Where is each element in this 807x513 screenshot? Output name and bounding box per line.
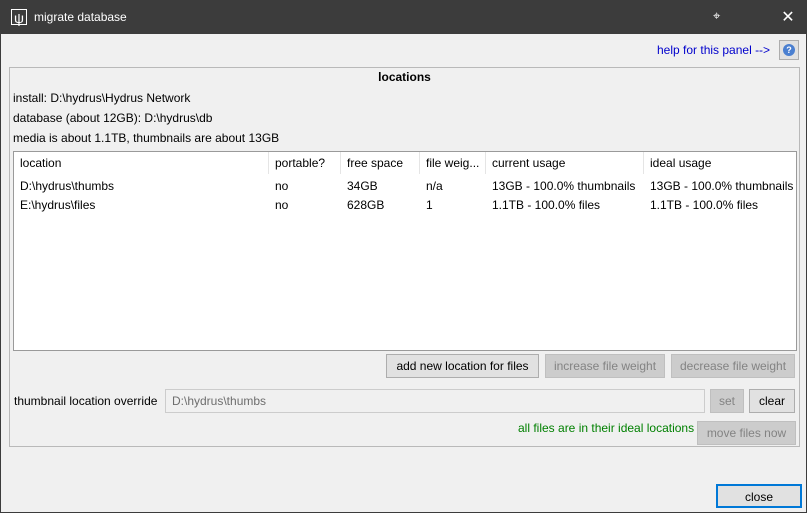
close-button[interactable]: close [716, 484, 802, 508]
cell-ideal-usage: 1.1TB - 100.0% files [650, 198, 759, 212]
column-header-portable[interactable]: portable? [269, 152, 341, 174]
thumbnail-override-label: thumbnail location override [14, 394, 158, 408]
cell-portable: no [275, 179, 289, 193]
help-button[interactable]: ? [779, 40, 799, 60]
cell-free-space: 34GB [347, 179, 378, 193]
clear-override-button[interactable]: clear [749, 389, 795, 413]
locations-table[interactable]: location portable? free space file weig.… [13, 151, 797, 351]
decrease-weight-button[interactable]: decrease file weight [671, 354, 795, 378]
move-files-button[interactable]: move files now [697, 421, 796, 445]
set-override-button[interactable]: set [710, 389, 744, 413]
column-header-free-space[interactable]: free space [341, 152, 420, 174]
add-location-button[interactable]: add new location for files [386, 354, 539, 378]
window-title: migrate database [34, 10, 127, 24]
increase-weight-button[interactable]: increase file weight [545, 354, 665, 378]
window-close-button[interactable]: ✕ [771, 4, 805, 32]
cell-location: E:\hydrus\files [20, 198, 96, 212]
thumbnail-override-field[interactable]: D:\hydrus\thumbs [165, 389, 705, 413]
migrate-database-window: ψ migrate database ⌖ ✕ help for this pan… [0, 0, 807, 513]
cell-current-usage: 13GB - 100.0% thumbnails [492, 179, 636, 193]
cell-file-weight: 1 [426, 198, 433, 212]
column-header-current-usage[interactable]: current usage [486, 152, 644, 174]
cell-free-space: 628GB [347, 198, 385, 212]
locations-title: locations [378, 70, 431, 84]
column-header-ideal-usage[interactable]: ideal usage [644, 152, 796, 174]
cell-ideal-usage: 13GB - 100.0% thumbnails [650, 179, 794, 193]
cursor-icon: ⌖ [713, 8, 721, 23]
media-summary-label: media is about 1.1TB, thumbnails are abo… [13, 131, 280, 145]
cell-location: D:\hydrus\thumbs [20, 179, 115, 193]
cell-current-usage: 1.1TB - 100.0% files [492, 198, 601, 212]
status-message: all files are in their ideal locations [518, 421, 695, 435]
cell-portable: no [275, 198, 289, 212]
title-bar[interactable]: ψ migrate database ⌖ ✕ [1, 1, 806, 34]
cell-file-weight: n/a [426, 179, 443, 193]
psi-app-icon: ψ [11, 9, 27, 26]
column-header-file-weight[interactable]: file weig... [420, 152, 486, 174]
help-link[interactable]: help for this panel --> [657, 43, 770, 57]
column-header-location[interactable]: location [14, 152, 269, 174]
database-path-label: database (about 12GB): D:\hydrus\db [13, 111, 213, 125]
install-path-label: install: D:\hydrus\Hydrus Network [13, 91, 191, 105]
help-icon: ? [783, 44, 795, 56]
